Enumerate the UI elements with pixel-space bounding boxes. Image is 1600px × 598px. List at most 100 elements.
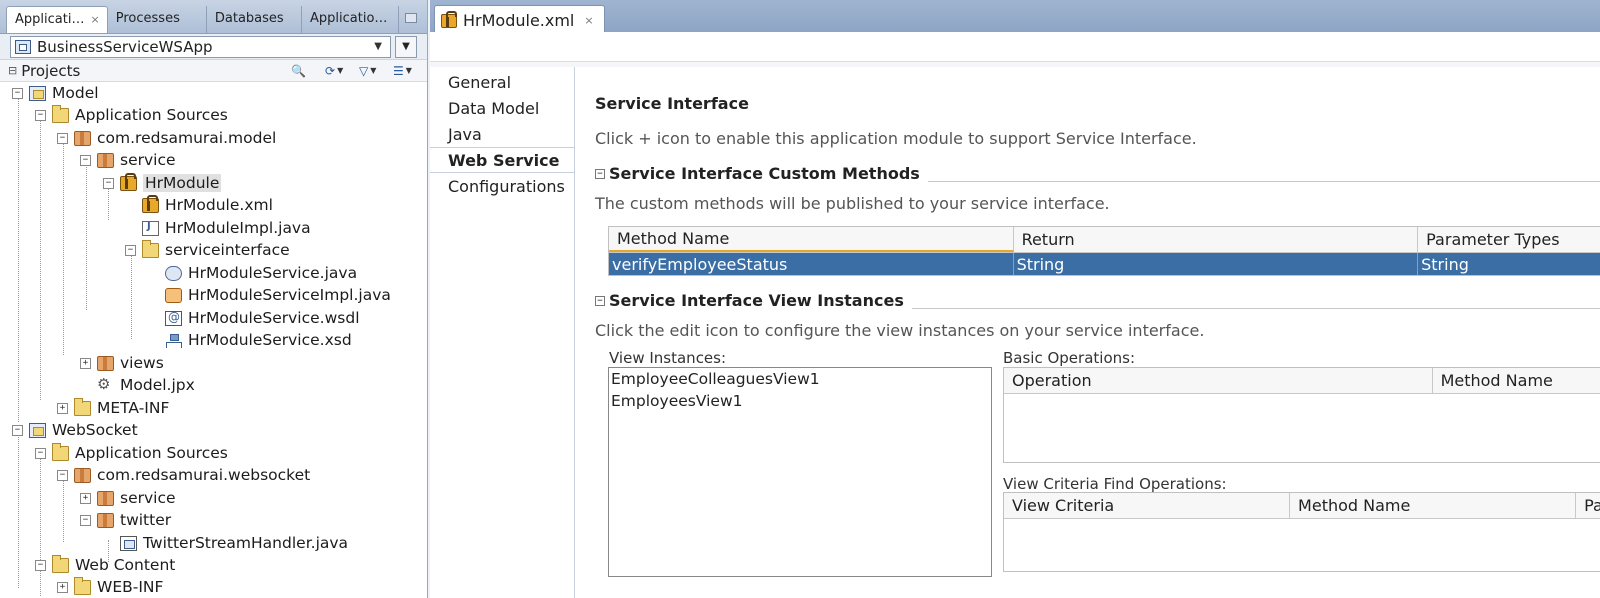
custom-methods-section-header[interactable]: − Service Interface Custom Methods xyxy=(595,164,1600,183)
column-method-name[interactable]: Method Name xyxy=(609,227,1014,252)
tree-node-hrmoduleimpl-java[interactable]: HrModuleImpl.java xyxy=(142,217,311,239)
view-instances-list[interactable]: EmployeeColleaguesView1 EmployeesView1 xyxy=(608,367,992,577)
tree-node-websocket[interactable]: − WebSocket xyxy=(12,419,138,441)
wsdl-icon xyxy=(165,310,182,326)
tree-node-model-jpx[interactable]: Model.jpx xyxy=(97,374,195,396)
nav-web-service[interactable]: Web Service xyxy=(430,147,574,173)
tree-node-hrmodule[interactable]: − HrModule xyxy=(103,172,222,194)
tree-node-label: HrModuleService.java xyxy=(188,264,358,282)
cell-return: String xyxy=(1014,253,1419,275)
section-title: Service Interface View Instances xyxy=(609,291,904,310)
sync-button[interactable]: ⟳ ▼ xyxy=(325,63,351,79)
tree-node-service[interactable]: − service xyxy=(80,149,176,171)
tree-node-package-websocket[interactable]: − com.redsamurai.websocket xyxy=(57,464,310,486)
tree-node-application-sources-2[interactable]: − Application Sources xyxy=(35,442,228,464)
tree-node-hrmoduleservice-java[interactable]: HrModuleService.java xyxy=(165,262,357,284)
nav-java[interactable]: Java xyxy=(430,121,574,147)
collapse-icon[interactable]: − xyxy=(125,244,136,256)
java-file-icon xyxy=(142,220,159,236)
column-parameters[interactable]: Pa xyxy=(1576,493,1600,518)
tree-node-hrmoduleservice-xsd[interactable]: HrModuleService.xsd xyxy=(165,329,352,351)
section-title: Service Interface Custom Methods xyxy=(609,164,920,183)
expand-icon[interactable]: + xyxy=(57,402,68,414)
xsd-icon xyxy=(165,333,182,348)
tree-node-label: HrModule xyxy=(143,174,222,192)
column-view-criteria[interactable]: View Criteria xyxy=(1004,493,1291,518)
editor-tab-hrmodule-xml[interactable]: HrModule.xml × xyxy=(434,5,605,32)
project-tree: − Model − Application Sources − com.redsamu… xyxy=(0,82,427,596)
column-parameter-types[interactable]: Parameter Types xyxy=(1418,227,1600,252)
tree-node-hrmoduleservice-wsdl[interactable]: HrModuleService.wsdl xyxy=(165,307,360,329)
java-service-icon xyxy=(165,265,182,281)
list-item[interactable]: EmployeesView1 xyxy=(609,390,991,412)
tab-processes[interactable]: Processes xyxy=(108,6,207,33)
collapse-icon[interactable]: − xyxy=(35,109,46,121)
tab-application-resources[interactable]: Applicatio… xyxy=(302,6,400,33)
view-instances-section-header[interactable]: − Service Interface View Instances xyxy=(595,291,1600,310)
column-operation[interactable]: Operation xyxy=(1004,368,1433,393)
column-method-name[interactable]: Method Name xyxy=(1290,493,1577,518)
tree-node-web-content[interactable]: − Web Content xyxy=(35,554,175,576)
collapse-section-icon[interactable]: − xyxy=(595,168,605,179)
expand-icon[interactable]: + xyxy=(80,357,91,369)
tab-applications[interactable]: Applicati… × xyxy=(6,6,108,33)
tree-node-hrmoduleserviceimpl-java[interactable]: HrModuleServiceImpl.java xyxy=(165,284,391,306)
chevron-down-icon: ▼ xyxy=(405,66,412,75)
collapse-icon[interactable]: − xyxy=(57,132,68,144)
nav-configurations[interactable]: Configurations xyxy=(430,173,574,199)
collapse-icon[interactable]: − xyxy=(35,447,46,459)
tree-node-twitterstreamhandler-java[interactable]: TwitterStreamHandler.java xyxy=(120,532,348,554)
tab-close-icon[interactable]: × xyxy=(90,13,99,26)
collapse-icon[interactable]: − xyxy=(12,424,23,436)
column-method-name[interactable]: Method Name xyxy=(1433,368,1600,393)
search-button[interactable]: 🔍 xyxy=(291,63,317,79)
minimize-icon xyxy=(405,13,418,23)
application-menu-button[interactable]: ▼ xyxy=(395,35,417,58)
table-row[interactable]: verifyEmployeeStatus String String xyxy=(609,253,1600,275)
collapse-icon[interactable]: − xyxy=(80,514,91,526)
tab-databases[interactable]: Databases xyxy=(207,6,303,33)
tree-node-hrmodule-xml[interactable]: HrModule.xml xyxy=(142,194,273,216)
collapse-icon[interactable]: − xyxy=(57,469,68,481)
tree-node-application-sources[interactable]: − Application Sources xyxy=(35,104,228,126)
tree-node-label: HrModuleImpl.java xyxy=(165,219,311,237)
list-item[interactable]: EmployeeColleaguesView1 xyxy=(609,368,991,390)
nav-data-model[interactable]: Data Model xyxy=(430,95,574,121)
expand-icon[interactable]: + xyxy=(80,492,91,504)
application-selector[interactable]: BusinessServiceWSApp ▼ xyxy=(10,35,391,58)
cell-parameter-types: String xyxy=(1421,254,1469,274)
tree-node-label: com.redsamurai.model xyxy=(97,129,277,147)
tree-node-model[interactable]: − Model xyxy=(12,82,99,104)
expand-icon[interactable]: + xyxy=(57,581,68,593)
tree-node-label: WEB-INF xyxy=(97,578,164,596)
close-icon[interactable]: × xyxy=(584,14,593,27)
tree-node-views[interactable]: + views xyxy=(80,352,164,374)
column-return[interactable]: Return xyxy=(1014,227,1419,252)
nav-general[interactable]: General xyxy=(430,69,574,95)
collapse-icon[interactable]: − xyxy=(12,87,23,99)
tab-processes-label: Processes xyxy=(115,11,180,26)
tree-node-label: Web Content xyxy=(75,556,176,574)
collapse-icon[interactable]: − xyxy=(35,559,46,571)
tree-node-serviceinterface[interactable]: − serviceinterface xyxy=(125,239,290,261)
view-instances-description: Click the edit icon to configure the vie… xyxy=(595,321,1205,340)
chevron-down-icon: ▼ xyxy=(402,41,410,52)
tree-node-web-inf[interactable]: + WEB-INF xyxy=(57,576,163,596)
package-icon xyxy=(97,355,114,371)
working-sets-button[interactable]: ☰ ▼ xyxy=(393,63,419,79)
custom-methods-description: The custom methods will be published to … xyxy=(595,194,1110,213)
service-interface-intro: Click + icon to enable this application … xyxy=(595,129,1197,148)
collapse-section-icon[interactable]: − xyxy=(595,295,605,306)
divider xyxy=(927,181,1600,182)
minimize-panel-button[interactable] xyxy=(399,6,427,33)
tree-node-twitter[interactable]: − twitter xyxy=(80,509,171,531)
tree-node-meta-inf[interactable]: + META-INF xyxy=(57,397,169,419)
tree-node-service-2[interactable]: + service xyxy=(80,487,176,509)
collapse-icon[interactable]: − xyxy=(103,177,114,189)
overview-navigation: General Data Model Java Web Service Conf… xyxy=(430,67,574,598)
filter-button[interactable]: ▽ ▼ xyxy=(359,63,385,79)
app-module-icon xyxy=(142,194,159,213)
collapse-icon[interactable]: − xyxy=(80,154,91,166)
tree-node-package-model[interactable]: − com.redsamurai.model xyxy=(57,127,276,149)
collapse-panel-icon[interactable]: ⊟ xyxy=(8,64,17,77)
